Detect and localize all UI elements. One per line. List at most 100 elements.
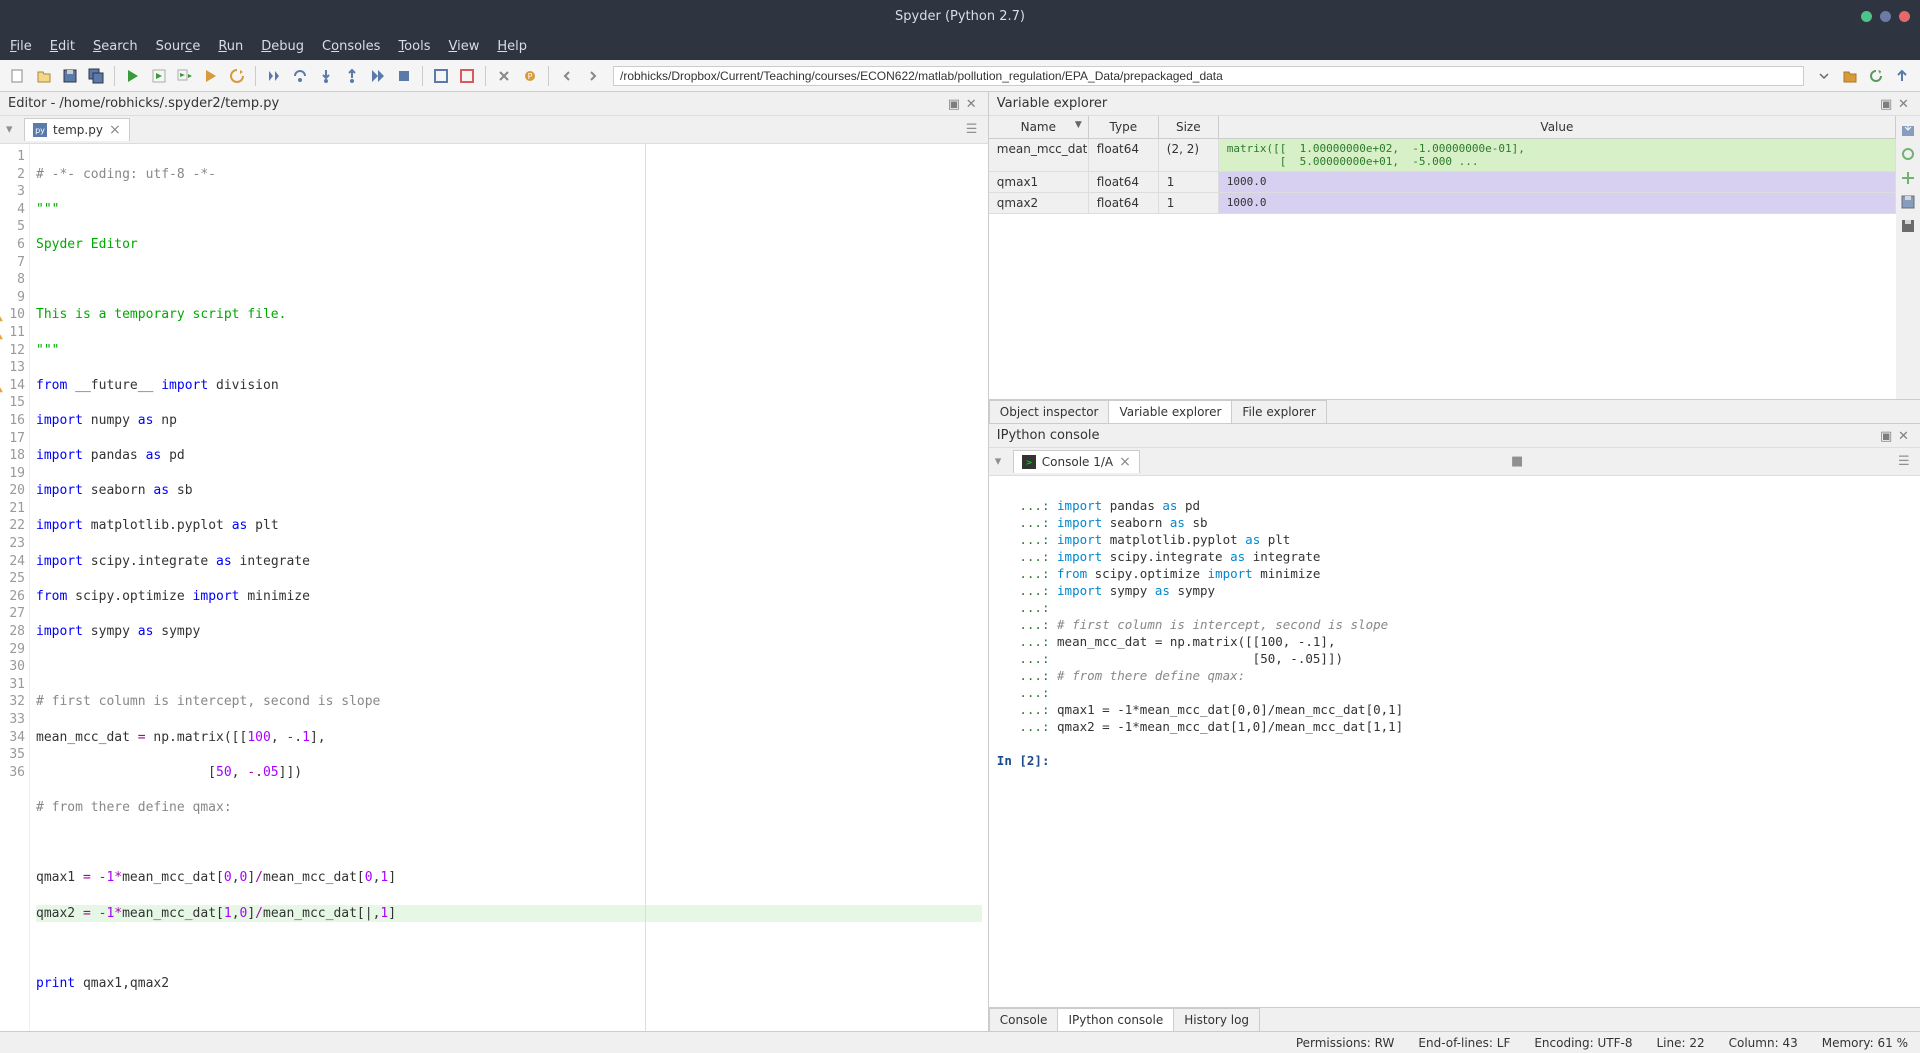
tab-menu-icon[interactable]: ▾ — [6, 122, 20, 137]
tab-object-inspector[interactable]: Object inspector — [989, 400, 1110, 423]
console-options-icon[interactable]: ▣ — [1880, 429, 1894, 443]
var-header-value[interactable]: Value — [1219, 116, 1896, 138]
var-header-size[interactable]: Size — [1159, 116, 1219, 138]
line-gutter: 123456789 101112131415 16171819202122232… — [0, 144, 30, 1031]
console-tab-menu-icon[interactable]: ▾ — [995, 454, 1009, 469]
fullscreen-icon[interactable] — [457, 66, 477, 86]
menu-tools[interactable]: Tools — [398, 39, 430, 54]
tab-close-icon[interactable]: × — [109, 122, 121, 138]
new-file-icon[interactable] — [8, 66, 28, 86]
window-title: Spyder (Python 2.7) — [895, 9, 1025, 24]
variable-table[interactable]: Name▼ Type Size Value mean_mcc_dat float… — [989, 116, 1896, 399]
step-into-icon[interactable] — [316, 66, 336, 86]
run-selection-icon[interactable] — [201, 66, 221, 86]
minimize-button[interactable] — [1861, 11, 1872, 22]
parent-dir-icon[interactable] — [1892, 66, 1912, 86]
status-eol: End-of-lines: LF — [1418, 1036, 1510, 1050]
lower-bottom-tabs: Console IPython console History log — [989, 1007, 1920, 1031]
editor-title: Editor - /home/robhicks/.spyder2/temp.py — [8, 96, 279, 111]
var-refresh-icon[interactable] — [1900, 146, 1916, 162]
var-close-icon[interactable]: ✕ — [1898, 97, 1912, 111]
var-options-icon[interactable]: ▣ — [1880, 97, 1894, 111]
var-type: float64 — [1089, 139, 1159, 171]
console-close-icon[interactable]: ✕ — [1898, 429, 1912, 443]
maximize-pane-icon[interactable] — [431, 66, 451, 86]
window-controls — [1861, 11, 1910, 22]
pythonpath-icon[interactable]: P — [520, 66, 540, 86]
svg-text:py: py — [35, 126, 45, 135]
var-header-name[interactable]: Name▼ — [989, 116, 1089, 138]
code-editor[interactable]: 123456789 101112131415 16171819202122232… — [0, 144, 988, 1031]
var-row[interactable]: mean_mcc_dat float64 (2, 2) matrix([[ 1.… — [989, 139, 1896, 172]
path-dropdown-icon[interactable] — [1814, 66, 1834, 86]
var-import-icon[interactable] — [1900, 122, 1916, 138]
var-row[interactable]: qmax1 float64 1 1000.0 — [989, 172, 1896, 193]
menu-file[interactable]: File — [10, 39, 32, 54]
var-explorer-header: Variable explorer ▣ ✕ — [989, 92, 1920, 116]
status-column: Column: 43 — [1729, 1036, 1798, 1050]
step-out-icon[interactable] — [342, 66, 362, 86]
var-save-as-icon[interactable] — [1900, 218, 1916, 234]
code-area[interactable]: # -*- coding: utf-8 -*- """ Spyder Edito… — [30, 144, 988, 1031]
tab-console-1a[interactable]: > Console 1/A × — [1013, 450, 1140, 473]
back-icon[interactable] — [557, 66, 577, 86]
statusbar: Permissions: RW End-of-lines: LF Encodin… — [0, 1031, 1920, 1053]
run-icon[interactable] — [123, 66, 143, 86]
debug-icon[interactable] — [264, 66, 284, 86]
step-over-icon[interactable] — [290, 66, 310, 86]
ipython-console[interactable]: ...: import pandas as pd ...: import sea… — [989, 476, 1920, 1007]
console-tabs: ▾ > Console 1/A × ■ ☰ — [989, 448, 1920, 476]
menu-help[interactable]: Help — [497, 39, 527, 54]
menu-source[interactable]: Source — [156, 39, 201, 54]
console-list-icon[interactable]: ☰ — [1898, 454, 1914, 470]
tab-console[interactable]: Console — [989, 1008, 1059, 1031]
run-last-icon[interactable] — [227, 66, 247, 86]
menu-consoles[interactable]: Consoles — [322, 39, 380, 54]
editor-options-icon[interactable]: ▣ — [948, 97, 962, 111]
menu-view[interactable]: View — [448, 39, 479, 54]
var-header-type[interactable]: Type — [1089, 116, 1159, 138]
stop-debug-icon[interactable] — [394, 66, 414, 86]
var-row[interactable]: qmax2 float64 1 1000.0 — [989, 193, 1896, 214]
menu-run[interactable]: Run — [218, 39, 243, 54]
var-type: float64 — [1089, 172, 1159, 192]
var-type: float64 — [1089, 193, 1159, 213]
tab-variable-explorer[interactable]: Variable explorer — [1108, 400, 1232, 423]
console-stop-icon[interactable]: ■ — [1511, 454, 1527, 470]
console-pane-header: IPython console ▣ ✕ — [989, 424, 1920, 448]
menu-edit[interactable]: Edit — [50, 39, 75, 54]
refresh-dir-icon[interactable] — [1866, 66, 1886, 86]
browse-dir-icon[interactable] — [1840, 66, 1860, 86]
var-size: (2, 2) — [1159, 139, 1219, 171]
forward-icon[interactable] — [583, 66, 603, 86]
tab-history-log[interactable]: History log — [1173, 1008, 1260, 1031]
editor-close-icon[interactable]: ✕ — [966, 97, 980, 111]
maximize-button[interactable] — [1880, 11, 1891, 22]
var-save-icon[interactable] — [1900, 194, 1916, 210]
open-file-icon[interactable] — [34, 66, 54, 86]
console-title: IPython console — [997, 428, 1100, 443]
preferences-icon[interactable] — [494, 66, 514, 86]
run-cell-icon[interactable] — [149, 66, 169, 86]
tab-ipython-console[interactable]: IPython console — [1057, 1008, 1174, 1031]
var-explorer-title: Variable explorer — [997, 96, 1107, 111]
save-all-icon[interactable] — [86, 66, 106, 86]
menubar: File Edit Search Source Run Debug Consol… — [0, 32, 1920, 60]
tab-file-explorer[interactable]: File explorer — [1231, 400, 1326, 423]
tab-temp-py[interactable]: py temp.py × — [24, 118, 130, 141]
run-cell-advance-icon[interactable] — [175, 66, 195, 86]
menu-search[interactable]: Search — [93, 39, 138, 54]
save-icon[interactable] — [60, 66, 80, 86]
console-tab-close-icon[interactable]: × — [1119, 454, 1131, 470]
continue-icon[interactable] — [368, 66, 388, 86]
var-size: 1 — [1159, 172, 1219, 192]
var-refresh-periodic-icon[interactable] — [1900, 170, 1916, 186]
close-button[interactable] — [1899, 11, 1910, 22]
menu-debug[interactable]: Debug — [261, 39, 304, 54]
var-name: qmax1 — [989, 172, 1089, 192]
working-directory-input[interactable] — [613, 66, 1804, 86]
var-size: 1 — [1159, 193, 1219, 213]
var-value: 1000.0 — [1219, 172, 1896, 192]
svg-text:>: > — [1025, 458, 1032, 467]
tab-list-icon[interactable]: ☰ — [966, 122, 982, 138]
